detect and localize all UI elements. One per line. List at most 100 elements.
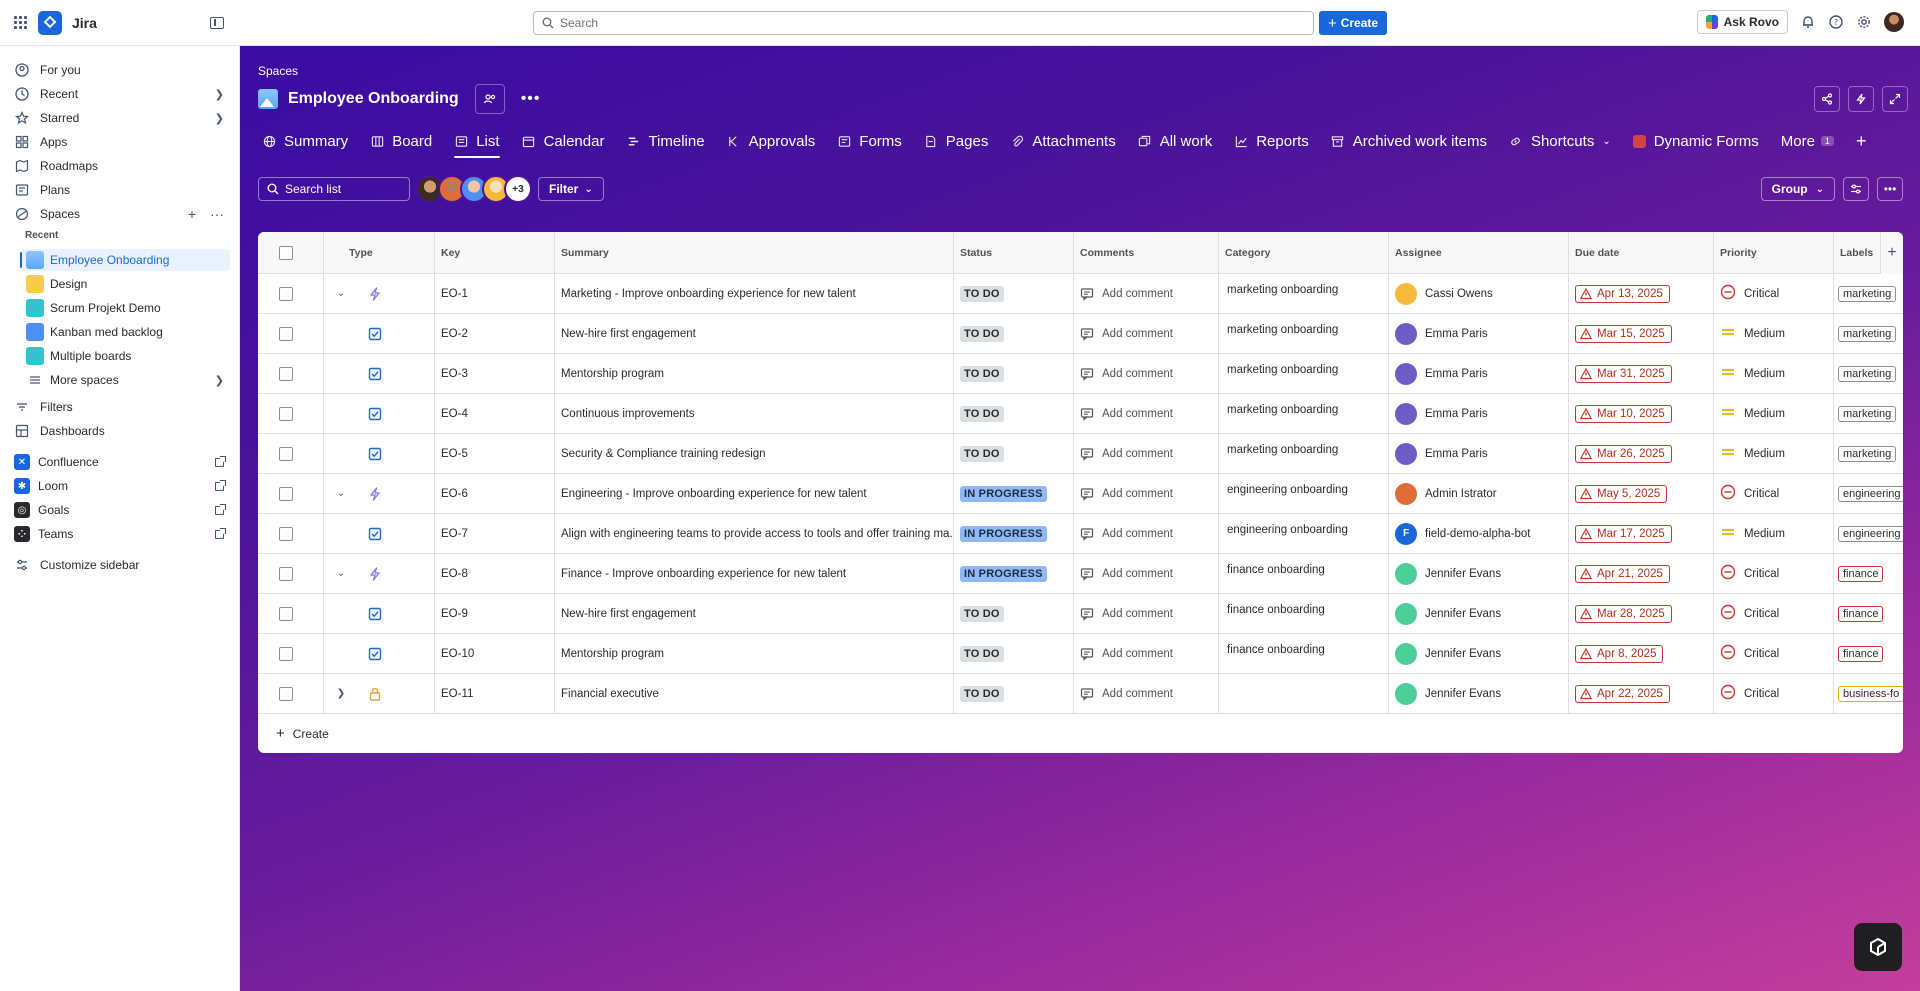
- status-cell[interactable]: TO DO: [954, 434, 1074, 473]
- sidebar-item-recent[interactable]: Recent ❯: [14, 82, 230, 106]
- work-item-summary[interactable]: Marketing - Improve onboarding experienc…: [561, 288, 856, 300]
- assignee-cell[interactable]: Admin Istrator: [1389, 474, 1569, 513]
- ask-rovo-button[interactable]: Ask Rovo: [1696, 10, 1788, 34]
- status-cell[interactable]: TO DO: [954, 674, 1074, 713]
- create-work-item-button[interactable]: + Create: [276, 725, 329, 742]
- labels-cell[interactable]: marketing: [1834, 354, 1903, 393]
- status-badge[interactable]: TO DO: [960, 285, 1004, 302]
- chevron-right-icon[interactable]: ❯: [336, 688, 346, 699]
- due-date-lozenge[interactable]: Apr 8, 2025: [1575, 644, 1664, 663]
- summary-cell[interactable]: Financial executive: [555, 674, 954, 713]
- due-date-cell[interactable]: Mar 26, 2025: [1569, 434, 1714, 473]
- status-cell[interactable]: IN PROGRESS: [954, 554, 1074, 593]
- due-date-lozenge[interactable]: Mar 31, 2025: [1575, 364, 1672, 383]
- status-badge[interactable]: TO DO: [960, 365, 1004, 382]
- labels-cell[interactable]: marketing: [1834, 314, 1903, 353]
- tab-more[interactable]: More 1: [1781, 126, 1834, 156]
- status-badge[interactable]: TO DO: [960, 685, 1004, 702]
- sidebar-space-multiple-boards[interactable]: Multiple boards: [22, 345, 230, 367]
- tab-dynamic-forms[interactable]: Dynamic Forms: [1632, 126, 1759, 156]
- label-chip[interactable]: marketing: [1838, 365, 1897, 382]
- automation-lightning-icon[interactable]: [1848, 86, 1874, 112]
- label-chip[interactable]: engineering: [1838, 485, 1903, 502]
- sidebar-space-design[interactable]: Design: [22, 273, 230, 295]
- chevron-down-icon[interactable]: ⌄: [336, 288, 346, 299]
- comments-cell[interactable]: Add comment: [1074, 594, 1219, 633]
- work-item-summary[interactable]: Align with engineering teams to provide …: [561, 528, 953, 540]
- work-item-key[interactable]: EO-5: [441, 448, 468, 460]
- category-cell[interactable]: [1219, 674, 1389, 713]
- status-badge[interactable]: TO DO: [960, 325, 1004, 342]
- app-switcher-icon[interactable]: [14, 15, 28, 30]
- due-date-cell[interactable]: Mar 28, 2025: [1569, 594, 1714, 633]
- summary-cell[interactable]: Security & Compliance training redesign: [555, 434, 954, 473]
- work-item-summary[interactable]: Financial executive: [561, 688, 659, 700]
- comments-cell[interactable]: Add comment: [1074, 514, 1219, 553]
- label-chip[interactable]: finance: [1838, 565, 1884, 582]
- labels-cell[interactable]: engineering: [1834, 474, 1903, 513]
- category-cell[interactable]: finance onboarding: [1219, 634, 1389, 673]
- assignee-cell[interactable]: Emma Paris: [1389, 314, 1569, 353]
- row-checkbox[interactable]: [279, 366, 293, 381]
- add-comment-button[interactable]: Add comment: [1080, 287, 1173, 301]
- column-header-priority[interactable]: Priority: [1714, 232, 1834, 273]
- comments-cell[interactable]: Add comment: [1074, 674, 1219, 713]
- status-cell[interactable]: IN PROGRESS: [954, 474, 1074, 513]
- tab-archived-work-items[interactable]: Archived work items: [1331, 126, 1487, 156]
- row-checkbox[interactable]: [279, 486, 293, 501]
- due-date-lozenge[interactable]: Apr 21, 2025: [1575, 564, 1670, 583]
- comments-cell[interactable]: Add comment: [1074, 434, 1219, 473]
- label-chip[interactable]: engineering: [1838, 525, 1903, 542]
- column-header-summary[interactable]: Summary: [555, 232, 954, 273]
- work-item-key[interactable]: EO-11: [441, 688, 473, 700]
- search-list-input[interactable]: Search list: [258, 177, 410, 201]
- comments-cell[interactable]: Add comment: [1074, 554, 1219, 593]
- category-cell[interactable]: marketing onboarding: [1219, 434, 1389, 473]
- more-options-button[interactable]: •••: [1877, 177, 1903, 201]
- tab-timeline[interactable]: Timeline: [626, 126, 705, 156]
- assignee-cell[interactable]: Emma Paris: [1389, 394, 1569, 433]
- profile-avatar[interactable]: [1884, 12, 1904, 32]
- row-checkbox[interactable]: [279, 446, 293, 461]
- status-cell[interactable]: TO DO: [954, 394, 1074, 433]
- row-checkbox[interactable]: [279, 566, 293, 581]
- assignee-cell[interactable]: Ffield-demo-alpha-bot: [1389, 514, 1569, 553]
- work-item-summary[interactable]: Finance - Improve onboarding experience …: [561, 568, 846, 580]
- sidebar-item-plans[interactable]: Plans: [14, 178, 230, 202]
- sidebar-collapse-icon[interactable]: [210, 16, 224, 29]
- sidebar-more-spaces[interactable]: More spaces ❯: [22, 369, 230, 391]
- status-cell[interactable]: TO DO: [954, 594, 1074, 633]
- comments-cell[interactable]: Add comment: [1074, 314, 1219, 353]
- filter-button[interactable]: Filter ⌄: [538, 177, 604, 201]
- row-checkbox[interactable]: [279, 406, 293, 421]
- due-date-cell[interactable]: Apr 22, 2025: [1569, 674, 1714, 713]
- add-comment-button[interactable]: Add comment: [1080, 567, 1173, 581]
- jira-logo-icon[interactable]: [38, 10, 62, 35]
- summary-cell[interactable]: New-hire first engagement: [555, 314, 954, 353]
- chevron-right-icon[interactable]: ❯: [215, 112, 224, 125]
- table-row[interactable]: EO-10 Mentorship program TO DO Add comment f…: [258, 634, 1903, 674]
- settings-gear-icon[interactable]: [1856, 14, 1872, 30]
- chevron-down-icon[interactable]: ⌄: [336, 568, 346, 579]
- status-badge[interactable]: IN PROGRESS: [960, 565, 1047, 582]
- help-icon[interactable]: ?: [1828, 14, 1844, 30]
- summary-cell[interactable]: Finance - Improve onboarding experience …: [555, 554, 954, 593]
- add-comment-button[interactable]: Add comment: [1080, 447, 1173, 461]
- add-comment-button[interactable]: Add comment: [1080, 527, 1173, 541]
- status-cell[interactable]: TO DO: [954, 634, 1074, 673]
- work-item-key[interactable]: EO-9: [441, 608, 468, 620]
- labels-cell[interactable]: marketing: [1834, 274, 1903, 313]
- work-item-key[interactable]: EO-10: [441, 648, 474, 660]
- priority-cell[interactable]: Medium: [1714, 314, 1834, 353]
- key-cell[interactable]: EO-3: [435, 354, 555, 393]
- labels-cell[interactable]: marketing: [1834, 434, 1903, 473]
- add-comment-button[interactable]: Add comment: [1080, 407, 1173, 421]
- labels-cell[interactable]: finance: [1834, 594, 1903, 633]
- due-date-cell[interactable]: Mar 15, 2025: [1569, 314, 1714, 353]
- key-cell[interactable]: EO-10: [435, 634, 555, 673]
- work-item-summary[interactable]: Continuous improvements: [561, 408, 695, 420]
- add-column-icon[interactable]: +: [1881, 232, 1903, 274]
- breadcrumb[interactable]: Spaces: [258, 64, 298, 78]
- tab-list[interactable]: List: [454, 126, 500, 158]
- sidebar-item-apps[interactable]: Apps: [14, 130, 230, 154]
